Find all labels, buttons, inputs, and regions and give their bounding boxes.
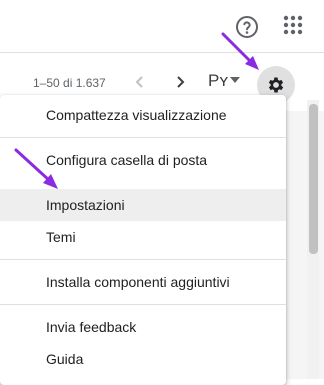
chevron-left-icon xyxy=(135,76,143,88)
menu-item-install-addons[interactable]: Installa componenti aggiuntivi xyxy=(0,266,286,298)
menu-item-help[interactable]: Guida xyxy=(0,343,286,375)
menu-item-label: Installa componenti aggiuntivi xyxy=(46,274,230,290)
apps-button[interactable] xyxy=(282,14,304,36)
menu-item-label: Temi xyxy=(46,229,76,245)
chevron-right-icon xyxy=(177,76,185,88)
menu-separator xyxy=(0,304,286,305)
gear-icon xyxy=(268,77,284,93)
input-tools-dropdown[interactable] xyxy=(229,75,241,85)
caret-down-icon xyxy=(230,77,240,83)
prev-page-button[interactable] xyxy=(130,72,150,92)
scrollbar-thumb[interactable] xyxy=(309,104,318,254)
menu-item-label: Impostazioni xyxy=(46,197,125,213)
input-tools-button[interactable]: Pʏ xyxy=(208,71,228,91)
menu-item-density[interactable]: Compattezza visualizzazione xyxy=(0,99,286,131)
menu-item-themes[interactable]: Temi xyxy=(0,221,286,253)
top-bar xyxy=(0,0,324,52)
menu-item-settings[interactable]: Impostazioni xyxy=(0,189,286,221)
menu-item-label: Invia feedback xyxy=(46,319,137,335)
next-page-button[interactable] xyxy=(170,72,190,92)
menu-item-send-feedback[interactable]: Invia feedback xyxy=(0,311,286,343)
annotation-arrow-settings xyxy=(14,148,58,189)
annotation-arrow-gear xyxy=(221,32,259,70)
menu-item-label: Compattezza visualizzazione xyxy=(46,107,227,123)
settings-menu: Compattezza visualizzazione Configura ca… xyxy=(0,95,286,385)
apps-grid-icon xyxy=(283,15,303,35)
pagination-text: 1–50 di 1.637 xyxy=(33,76,106,90)
menu-separator xyxy=(0,259,286,260)
menu-item-label: Guida xyxy=(46,351,84,367)
menu-separator xyxy=(0,137,286,138)
